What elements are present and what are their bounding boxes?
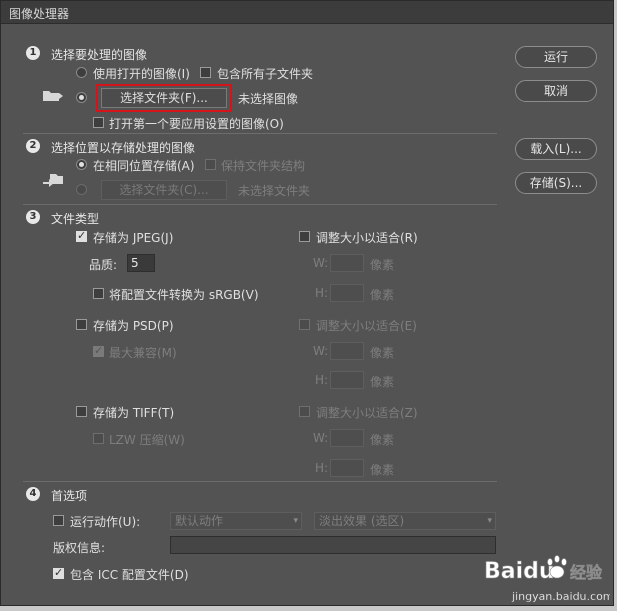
- convert-srgb-checkbox[interactable]: [93, 288, 104, 299]
- section3-title: 文件类型: [51, 212, 100, 226]
- include-icc-checkbox[interactable]: [53, 566, 64, 579]
- image-processor-dialog: 图像处理器 运行 取消 载入(L)... 存储(S)... 1 选择要处理的图像…: [0, 0, 614, 606]
- select-folder-button[interactable]: 选择文件夹(F)...: [101, 88, 227, 108]
- select-dest-folder-button[interactable]: 选择文件夹(C)...: [101, 180, 227, 200]
- keep-structure-label: 保持文件夹结构: [221, 159, 306, 173]
- run-button[interactable]: 运行: [515, 46, 597, 68]
- action-select[interactable]: 淡出效果 (选区) ▾: [314, 512, 496, 530]
- chevron-down-icon: ▾: [487, 516, 492, 526]
- source-folder-status: 未选择图像: [238, 92, 299, 106]
- run-action-checkbox[interactable]: [53, 515, 64, 526]
- psd-height-label: H:: [315, 373, 329, 387]
- select-dest-folder-radio[interactable]: [76, 184, 87, 195]
- action-value: 淡出效果 (选区): [319, 514, 405, 528]
- title-bar: 图像处理器: [1, 1, 613, 24]
- step-2-badge: 2: [26, 139, 40, 153]
- include-subfolders-checkbox[interactable]: [200, 67, 211, 78]
- save-as-psd-checkbox[interactable]: [76, 319, 87, 330]
- open-first-image-label: 打开第一个要应用设置的图像(O): [109, 117, 284, 131]
- tiff-resize-checkbox[interactable]: [299, 406, 310, 417]
- watermark-brand: Baidu: [484, 559, 555, 584]
- watermark-sub: 经验: [570, 563, 603, 582]
- psd-resize-label: 调整大小以适合(E): [316, 319, 417, 333]
- divider: [23, 481, 497, 482]
- load-button[interactable]: 载入(L)...: [515, 138, 597, 160]
- chevron-down-icon: ▾: [293, 516, 298, 526]
- quality-input[interactable]: 5: [127, 254, 155, 272]
- include-icc-label: 包含 ICC 配置文件(D): [70, 568, 189, 582]
- save-as-tiff-checkbox[interactable]: [76, 406, 87, 417]
- save-location-icon: [43, 174, 63, 187]
- lzw-label: LZW 压缩(W): [109, 433, 185, 447]
- copyright-input[interactable]: [170, 536, 496, 554]
- action-set-select[interactable]: 默认动作 ▾: [170, 512, 302, 530]
- divider: [23, 204, 497, 205]
- window-title: 图像处理器: [9, 7, 70, 21]
- baidu-paw-logo: Baidu 经验 jingyan.baidu.com: [484, 555, 610, 603]
- jpeg-resize-checkbox[interactable]: [299, 231, 310, 242]
- tiff-width-input[interactable]: [330, 429, 364, 447]
- save-as-jpeg-checkbox[interactable]: [76, 229, 87, 242]
- cancel-button[interactable]: 取消: [515, 80, 597, 102]
- tiff-height-label: H:: [315, 461, 329, 475]
- save-as-tiff-label: 存储为 TIFF(T): [93, 406, 175, 420]
- divider: [23, 133, 497, 134]
- use-open-images-label: 使用打开的图像(I): [93, 67, 190, 81]
- jpeg-height-input[interactable]: [330, 284, 364, 302]
- select-folder-radio[interactable]: [76, 92, 87, 103]
- psd-width-label: W:: [313, 344, 329, 358]
- step-3-badge: 3: [26, 210, 40, 224]
- lzw-checkbox[interactable]: [93, 433, 104, 444]
- watermark-url: jingyan.baidu.com: [511, 590, 610, 603]
- jpeg-width-label: W:: [313, 256, 329, 270]
- psd-height-input[interactable]: [330, 371, 364, 389]
- jpeg-width-unit: 像素: [370, 258, 395, 272]
- section1-title: 选择要处理的图像: [51, 48, 148, 62]
- psd-height-unit: 像素: [370, 375, 395, 389]
- jpeg-resize-label: 调整大小以适合(R): [316, 231, 418, 245]
- jpeg-height-unit: 像素: [370, 288, 395, 302]
- keep-structure-checkbox[interactable]: [205, 159, 216, 170]
- tiff-width-label: W:: [313, 431, 329, 445]
- same-location-radio[interactable]: [76, 159, 87, 170]
- open-first-image-checkbox[interactable]: [93, 117, 104, 128]
- action-set-value: 默认动作: [175, 514, 224, 528]
- save-as-psd-label: 存储为 PSD(P): [93, 319, 174, 333]
- quality-label: 品质:: [89, 258, 118, 272]
- section2-title: 选择位置以存储处理的图像: [51, 141, 196, 155]
- step-4-badge: 4: [26, 487, 40, 501]
- save-settings-button[interactable]: 存储(S)...: [515, 172, 597, 194]
- same-location-label: 在相同位置存储(A): [93, 159, 195, 173]
- max-compat-checkbox[interactable]: [93, 344, 104, 357]
- copyright-label: 版权信息:: [53, 541, 106, 555]
- psd-width-input[interactable]: [330, 342, 364, 360]
- save-as-jpeg-label: 存储为 JPEG(J): [93, 231, 174, 245]
- include-subfolders-label: 包含所有子文件夹: [217, 67, 314, 81]
- folder-open-icon: [43, 91, 63, 101]
- psd-resize-checkbox[interactable]: [299, 319, 310, 330]
- use-open-images-radio[interactable]: [76, 67, 87, 78]
- psd-width-unit: 像素: [370, 346, 395, 360]
- jpeg-height-label: H:: [315, 286, 329, 300]
- tiff-width-unit: 像素: [370, 433, 395, 447]
- tiff-height-input[interactable]: [330, 459, 364, 477]
- tiff-resize-label: 调整大小以适合(Z): [316, 406, 418, 420]
- step-1-badge: 1: [26, 46, 40, 60]
- section4-title: 首选项: [51, 489, 88, 503]
- max-compat-label: 最大兼容(M): [109, 346, 177, 360]
- dest-folder-status: 未选择文件夹: [238, 184, 311, 198]
- tiff-height-unit: 像素: [370, 463, 395, 477]
- jpeg-width-input[interactable]: [330, 254, 364, 272]
- baidu-watermark: Baidu 经验 jingyan.baidu.com: [482, 548, 610, 606]
- run-action-label: 运行动作(U):: [70, 515, 141, 529]
- convert-srgb-label: 将配置文件转换为 sRGB(V): [109, 288, 259, 302]
